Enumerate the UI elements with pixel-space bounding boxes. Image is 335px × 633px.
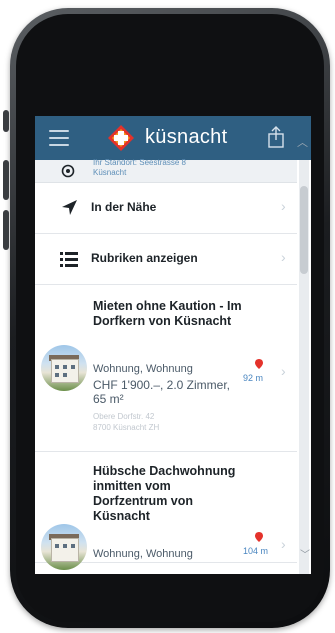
menu-item-label: In der Nähe [91, 200, 157, 214]
top-bar: küsnacht [35, 116, 311, 160]
listing-item[interactable]: Mieten ohne Kaution - Im Dorfkern von Kü… [35, 285, 297, 452]
map-marker-icon [255, 532, 263, 542]
menu-item-categories[interactable]: Rubriken anzeigen › [35, 234, 297, 285]
listing-title: Hübsche Dachwohnung inmitten vom Dorfzen… [93, 464, 236, 523]
listing-type: Wohnung, Wohnung [93, 363, 193, 375]
menu-item-nearby[interactable]: In der Nähe › [35, 183, 297, 234]
listing-distance: 92 m [243, 373, 264, 383]
listing-address-city: 8700 Küsnacht ZH [93, 423, 160, 432]
app-brand-title: küsnacht [145, 126, 228, 148]
map-marker-icon [255, 359, 263, 369]
scrollbar-thumb[interactable] [300, 186, 308, 274]
app-screen: küsnacht ︿ Ihr Standort: Seestrasse 8 Kü… [35, 116, 311, 574]
navigation-arrow-icon [62, 200, 77, 215]
scroll-down-icon[interactable]: ﹀ [300, 546, 310, 561]
listing-distance: 104 m [243, 546, 269, 556]
listing-price: CHF 1'900.–, 2.0 Zimmer, 65 m² [93, 378, 231, 406]
phone-volume-down [3, 210, 9, 250]
hamburger-menu-icon[interactable] [49, 130, 69, 146]
current-location-line2: Küsnacht [93, 168, 127, 177]
current-location-line1: Ihr Standort: Seestrasse 8 [93, 158, 186, 167]
listing-thumbnail [41, 345, 87, 391]
chevron-right-icon: › [281, 363, 286, 379]
listing-type: Wohnung, Wohnung [93, 548, 193, 560]
phone-bottom-bezel [42, 578, 304, 618]
content-list: Ihr Standort: Seestrasse 8 Küsnacht In d… [35, 158, 297, 574]
phone-volume-up [3, 160, 9, 200]
kusnacht-logo-icon [108, 125, 134, 151]
phone-mute-switch [3, 110, 9, 132]
listing-thumbnail [41, 524, 87, 570]
listing-title: Mieten ohne Kaution - Im Dorfkern von Kü… [93, 299, 242, 328]
current-location-row[interactable]: Ihr Standort: Seestrasse 8 Küsnacht [35, 158, 297, 183]
chevron-right-icon: › [281, 249, 286, 265]
current-location-text: Ihr Standort: Seestrasse 8 Küsnacht [93, 158, 186, 178]
listing-address-street: Obere Dorfstr. 42 [93, 412, 155, 421]
chevron-right-icon: › [281, 198, 286, 214]
menu-item-label: Rubriken anzeigen [91, 251, 198, 265]
chevron-right-icon: › [281, 536, 286, 552]
listing-item[interactable]: Hübsche Dachwohnung inmitten vom Dorfzen… [35, 452, 297, 570]
share-icon[interactable] [267, 126, 285, 148]
scroll-up-icon[interactable]: ︿ [297, 134, 308, 150]
location-target-icon [61, 164, 75, 178]
list-icon [60, 252, 78, 267]
